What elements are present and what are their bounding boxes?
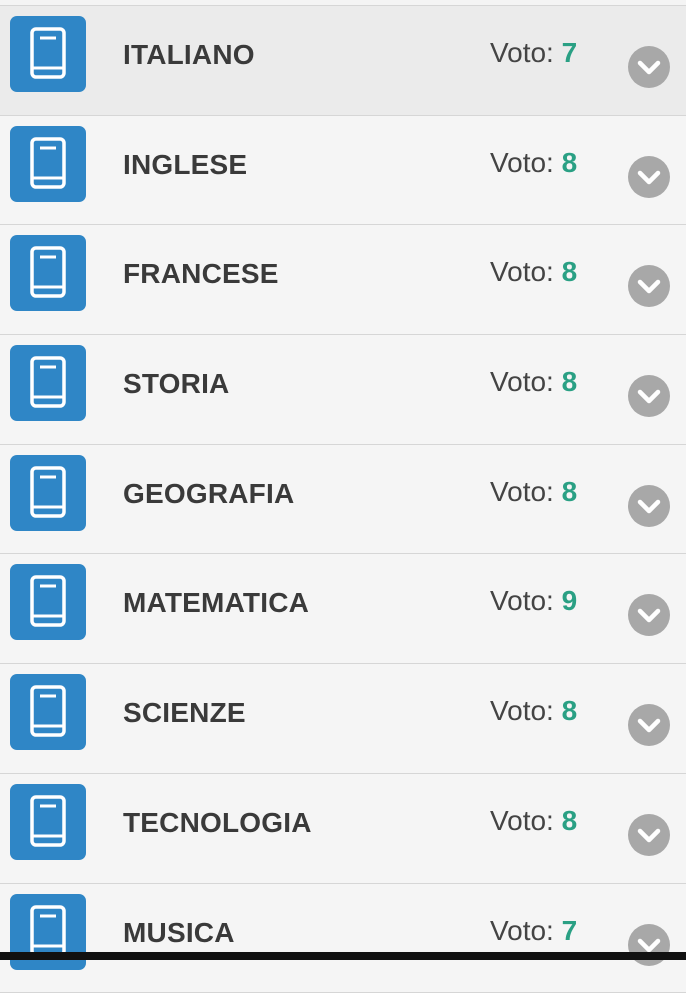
subject-row-storia[interactable]: STORIA Voto: 8 xyxy=(0,335,686,445)
grade-text: Voto: 8 xyxy=(490,476,577,508)
grade-value: 8 xyxy=(562,805,578,836)
subject-row-francese[interactable]: FRANCESE Voto: 8 xyxy=(0,225,686,335)
book-icon xyxy=(10,126,86,202)
subject-name: FRANCESE xyxy=(123,258,279,290)
grade-label: Voto: xyxy=(490,805,562,836)
chevron-down-icon[interactable] xyxy=(628,265,670,307)
grade-label: Voto: xyxy=(490,695,562,726)
grade-value: 7 xyxy=(562,37,578,68)
grade-label: Voto: xyxy=(490,147,562,178)
grade-text: Voto: 7 xyxy=(490,915,577,947)
book-icon xyxy=(10,16,86,92)
grade-label: Voto: xyxy=(490,585,562,616)
subject-name: ITALIANO xyxy=(123,39,255,71)
chevron-down-icon[interactable] xyxy=(628,594,670,636)
grade-text: Voto: 7 xyxy=(490,37,577,69)
grade-value: 8 xyxy=(562,476,578,507)
chevron-down-icon[interactable] xyxy=(628,46,670,88)
subject-name: GEOGRAFIA xyxy=(123,478,294,510)
grade-value: 9 xyxy=(562,585,578,616)
chevron-down-icon[interactable] xyxy=(628,375,670,417)
grade-text: Voto: 8 xyxy=(490,366,577,398)
book-icon xyxy=(10,674,86,750)
book-icon xyxy=(10,345,86,421)
bottom-edge xyxy=(0,952,686,960)
subject-row-italiano[interactable]: ITALIANO Voto: 7 xyxy=(0,6,686,116)
grade-label: Voto: xyxy=(490,37,562,68)
grade-value: 8 xyxy=(562,256,578,287)
grade-text: Voto: 8 xyxy=(490,805,577,837)
subject-row-musica[interactable]: MUSICA Voto: 7 xyxy=(0,884,686,993)
grade-value: 8 xyxy=(562,147,578,178)
book-icon xyxy=(10,784,86,860)
chevron-down-icon[interactable] xyxy=(628,704,670,746)
subject-list: ITALIANO Voto: 7 INGLESE Voto: 8 FRANCES… xyxy=(0,6,686,993)
subject-name: MATEMATICA xyxy=(123,587,309,619)
subject-row-geografia[interactable]: GEOGRAFIA Voto: 8 xyxy=(0,445,686,555)
grade-label: Voto: xyxy=(490,476,562,507)
chevron-down-icon[interactable] xyxy=(628,814,670,856)
grade-text: Voto: 9 xyxy=(490,585,577,617)
grade-label: Voto: xyxy=(490,256,562,287)
subject-row-scienze[interactable]: SCIENZE Voto: 8 xyxy=(0,664,686,774)
grade-label: Voto: xyxy=(490,366,562,397)
grade-text: Voto: 8 xyxy=(490,256,577,288)
subject-row-inglese[interactable]: INGLESE Voto: 8 xyxy=(0,116,686,226)
subject-row-matematica[interactable]: MATEMATICA Voto: 9 xyxy=(0,554,686,664)
grade-value: 7 xyxy=(562,915,578,946)
grade-text: Voto: 8 xyxy=(490,147,577,179)
grade-value: 8 xyxy=(562,695,578,726)
subject-row-tecnologia[interactable]: TECNOLOGIA Voto: 8 xyxy=(0,774,686,884)
grade-text: Voto: 8 xyxy=(490,695,577,727)
chevron-down-icon[interactable] xyxy=(628,156,670,198)
grade-label: Voto: xyxy=(490,915,562,946)
subject-name: SCIENZE xyxy=(123,697,246,729)
subject-name: MUSICA xyxy=(123,917,235,949)
book-icon xyxy=(10,455,86,531)
subject-name: TECNOLOGIA xyxy=(123,807,312,839)
subject-name: INGLESE xyxy=(123,149,247,181)
book-icon xyxy=(10,235,86,311)
subject-name: STORIA xyxy=(123,368,229,400)
grade-value: 8 xyxy=(562,366,578,397)
book-icon xyxy=(10,564,86,640)
chevron-down-icon[interactable] xyxy=(628,485,670,527)
